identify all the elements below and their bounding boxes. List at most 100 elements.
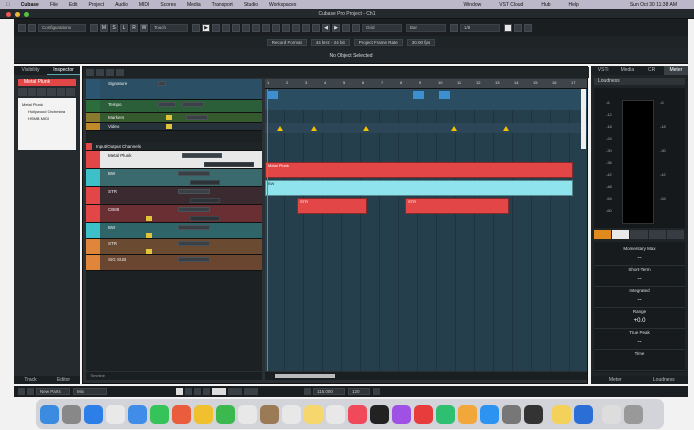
- messages-icon[interactable]: [150, 404, 169, 424]
- filter-icon[interactable]: [106, 69, 114, 76]
- apple-icon[interactable]: : [6, 2, 10, 8]
- configurations-dropdown[interactable]: Configurations: [38, 23, 86, 32]
- monitor-icon[interactable]: [47, 88, 56, 96]
- write-icon[interactable]: [66, 88, 76, 96]
- bar-dropdown[interactable]: Bar: [406, 23, 446, 32]
- signature-event[interactable]: [439, 91, 450, 99]
- marker-button[interactable]: [166, 115, 172, 120]
- menu-media[interactable]: Media: [187, 2, 201, 8]
- music-icon[interactable]: [348, 404, 367, 424]
- podcasts-icon[interactable]: [392, 404, 411, 424]
- menu-studio[interactable]: Studio: [244, 2, 258, 8]
- record-mode-icon[interactable]: [27, 388, 34, 395]
- listen-icon[interactable]: L: [120, 23, 128, 32]
- record-format-label[interactable]: Record Format: [266, 38, 307, 46]
- track-control[interactable]: [190, 198, 220, 203]
- app-store-icon[interactable]: [480, 404, 499, 424]
- marker-button[interactable]: [146, 249, 152, 254]
- list-item[interactable]: Hollywood Orchestra: [22, 109, 72, 114]
- activate-project-icon[interactable]: [18, 388, 25, 395]
- write-icon[interactable]: W: [140, 23, 148, 32]
- marker-flag[interactable]: [451, 126, 457, 131]
- cycle-icon[interactable]: [342, 23, 350, 32]
- mail-icon[interactable]: [128, 404, 147, 424]
- folder-icon[interactable]: [96, 69, 104, 76]
- scroll-thumb[interactable]: [275, 374, 335, 378]
- tv-icon[interactable]: [370, 404, 389, 424]
- mute-tool-icon[interactable]: [262, 23, 270, 32]
- track-str[interactable]: STR: [86, 187, 262, 205]
- reminders-icon[interactable]: [282, 404, 301, 424]
- track-bw-2[interactable]: BW: [86, 223, 262, 239]
- quantize-icon[interactable]: [450, 23, 458, 32]
- step-right-icon[interactable]: ▶: [332, 23, 340, 32]
- read-icon[interactable]: [56, 88, 66, 96]
- downloads-icon[interactable]: [602, 404, 621, 424]
- tab-cr[interactable]: CR: [640, 66, 664, 75]
- zoom-button[interactable]: [24, 12, 29, 17]
- cycle-toggle-icon[interactable]: [194, 388, 201, 395]
- marker-flag[interactable]: [311, 126, 317, 131]
- grid-snap-icon[interactable]: [352, 23, 360, 32]
- color-menu-icon[interactable]: [504, 23, 512, 32]
- grid-type-dropdown[interactable]: Grid: [362, 23, 402, 32]
- window-layout-icon[interactable]: [514, 23, 522, 32]
- record-icon[interactable]: [37, 88, 47, 96]
- step-left-icon[interactable]: ◀: [322, 23, 330, 32]
- event-display[interactable]: Metal Plunk BW STR STR: [265, 89, 587, 371]
- finder-icon[interactable]: [40, 404, 59, 424]
- position-display[interactable]: 115.000: [313, 388, 345, 395]
- draw-tool-icon[interactable]: [282, 23, 290, 32]
- zoom-tool-icon[interactable]: [252, 23, 260, 32]
- event-str[interactable]: STR: [405, 198, 509, 214]
- track-markers[interactable]: Markers: [86, 113, 262, 123]
- mix-mode-dropdown[interactable]: Mix: [73, 388, 107, 395]
- signature-event[interactable]: [267, 91, 278, 99]
- inspector-track-name[interactable]: Metal Plunk: [18, 79, 76, 86]
- launchpad-icon[interactable]: [62, 404, 81, 424]
- menu-edit[interactable]: Edit: [69, 2, 78, 8]
- rewind-icon[interactable]: [203, 388, 210, 395]
- track-control[interactable]: [178, 241, 210, 246]
- read-icon[interactable]: R: [130, 23, 138, 32]
- cubase-icon[interactable]: [524, 404, 543, 424]
- erase-tool-icon[interactable]: [242, 23, 250, 32]
- inspector-toggle-icon[interactable]: [18, 23, 26, 32]
- quantize-dropdown[interactable]: 1/8: [460, 23, 500, 32]
- tab-media[interactable]: Media: [615, 66, 639, 75]
- range-tool-icon[interactable]: [212, 23, 220, 32]
- track-control[interactable]: [178, 189, 210, 194]
- track-folder-io[interactable]: Input/Output Channels: [86, 143, 262, 151]
- project-cursor[interactable]: [267, 89, 268, 371]
- sample-rate-value[interactable]: 44 kHz - 24 bit: [310, 38, 350, 46]
- minimize-button[interactable]: [15, 12, 20, 17]
- menu-midi[interactable]: MIDI: [139, 2, 150, 8]
- signature-event[interactable]: [413, 91, 424, 99]
- track-control[interactable]: [190, 180, 220, 185]
- chrome-icon[interactable]: [106, 404, 125, 424]
- tab-meter[interactable]: Meter: [663, 66, 688, 75]
- automation-mode-dropdown[interactable]: Touch: [150, 23, 188, 32]
- mute-icon[interactable]: [18, 88, 27, 96]
- tempo-display[interactable]: 120: [348, 388, 370, 395]
- split-tool-icon[interactable]: [222, 23, 230, 32]
- punch-out-icon[interactable]: [185, 388, 192, 395]
- track-signature[interactable]: Signature: [86, 79, 262, 100]
- track-control[interactable]: [190, 216, 220, 221]
- track-control[interactable]: [182, 153, 222, 158]
- stop-button[interactable]: [648, 230, 666, 239]
- menu-project[interactable]: Project: [89, 2, 105, 8]
- record-loudness-button[interactable]: [594, 230, 612, 239]
- marker-flag[interactable]: [503, 126, 509, 131]
- app-menu[interactable]: Cubase: [21, 2, 39, 8]
- color-tool-icon[interactable]: [312, 23, 320, 32]
- trash-icon[interactable]: [624, 404, 643, 424]
- ufs-button[interactable]: [612, 230, 630, 239]
- safari-icon[interactable]: [84, 404, 103, 424]
- autoscroll-icon[interactable]: [192, 23, 200, 32]
- notes-icon[interactable]: [304, 404, 323, 424]
- solo-icon[interactable]: [27, 88, 37, 96]
- track-control[interactable]: [178, 225, 210, 230]
- track-control[interactable]: [204, 162, 254, 167]
- pages-icon[interactable]: [458, 404, 477, 424]
